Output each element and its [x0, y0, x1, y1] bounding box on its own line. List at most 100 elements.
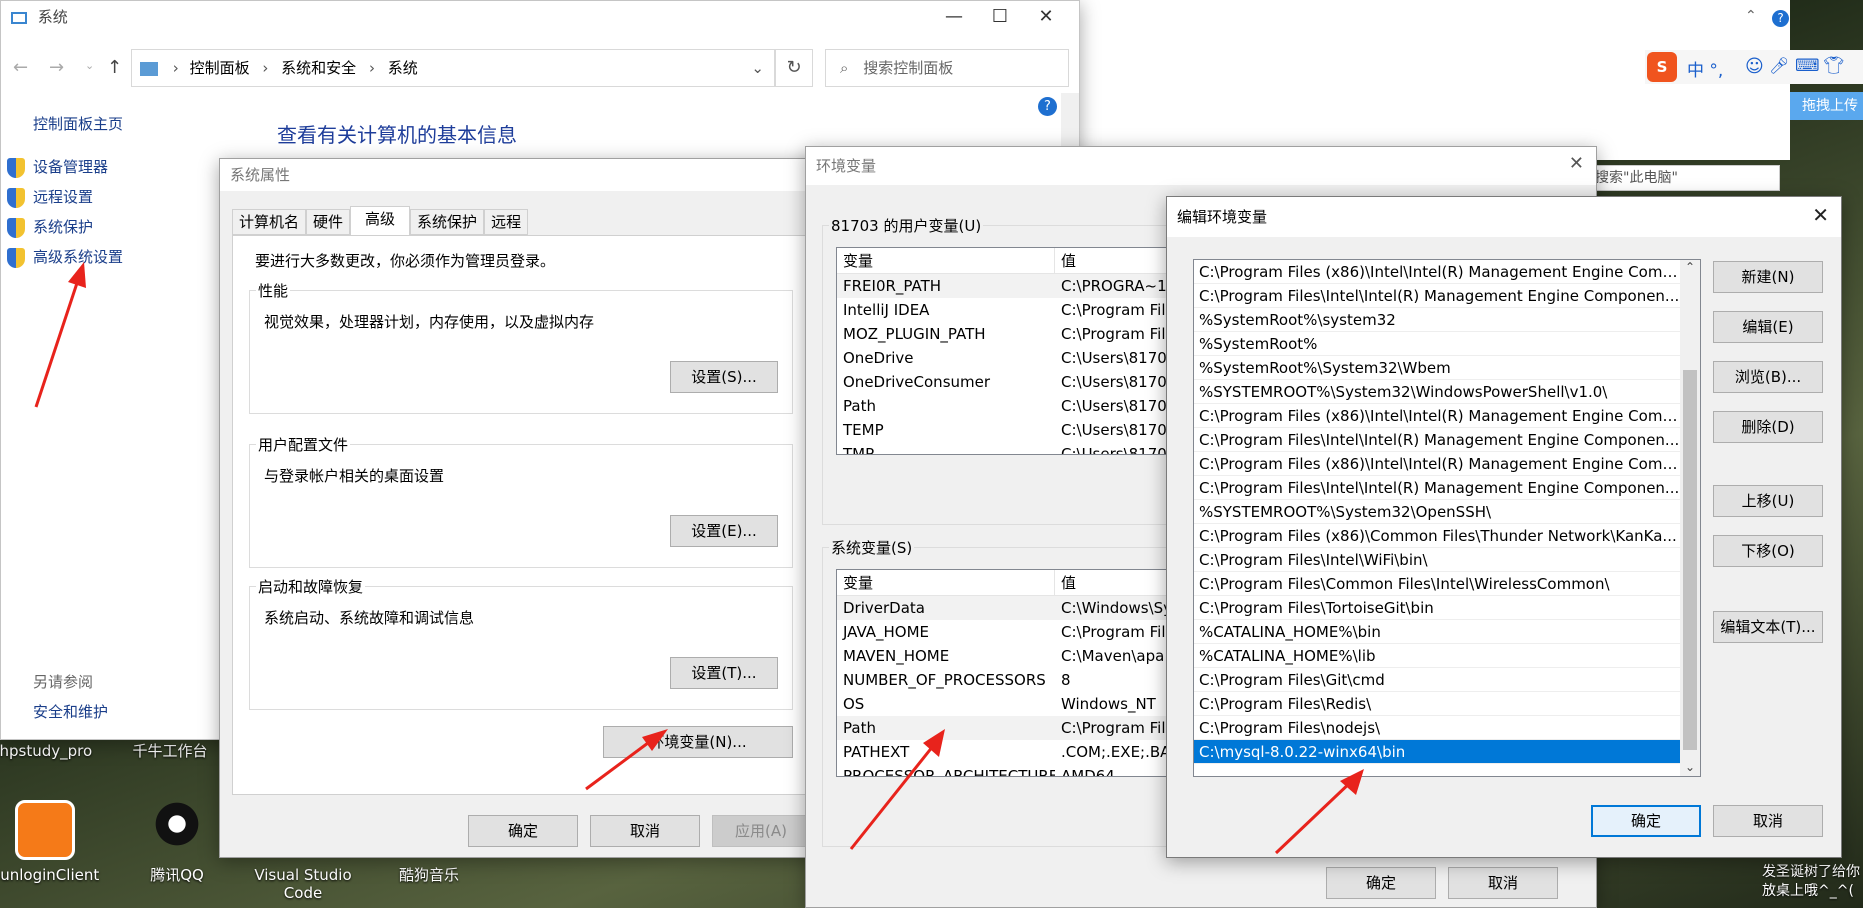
- table-row[interactable]: DriverData C:\Windows\Sy: [837, 596, 1175, 620]
- list-item[interactable]: %CATALINA_HOME%\bin: [1194, 620, 1680, 644]
- table-row[interactable]: MOZ_PLUGIN_PATH C:\Program Fil: [837, 322, 1175, 346]
- microphone-icon[interactable]: 🎤︎: [1769, 56, 1789, 75]
- column-header-value[interactable]: 值: [1055, 570, 1076, 595]
- list-item[interactable]: C:\mysql-8.0.22-winx64\bin: [1194, 740, 1680, 764]
- list-item[interactable]: %SystemRoot%\System32\Wbem: [1194, 356, 1680, 380]
- path-list[interactable]: C:\Program Files (x86)\Intel\Intel(R) Ma…: [1193, 259, 1701, 777]
- sidebar-item-advanced[interactable]: 高级系统设置: [7, 246, 123, 268]
- list-item[interactable]: C:\Program Files\nodejs\: [1194, 716, 1680, 740]
- desktop-icon-kugou[interactable]: 酷狗音乐: [374, 866, 484, 884]
- new-button[interactable]: 新建(N): [1713, 261, 1823, 293]
- help-icon[interactable]: ?: [1772, 10, 1789, 27]
- cancel-button[interactable]: 取消: [1713, 805, 1823, 837]
- list-item[interactable]: C:\Program Files\Intel\Intel(R) Manageme…: [1194, 476, 1680, 500]
- chevron-up-icon[interactable]: ⌃: [1745, 8, 1757, 24]
- column-header-variable[interactable]: 变量: [837, 570, 1055, 595]
- nav-forward-icon[interactable]: →: [49, 57, 64, 78]
- table-row[interactable]: JAVA_HOME C:\Program Fil: [837, 620, 1175, 644]
- list-item[interactable]: %SYSTEMROOT%\System32\OpenSSH\: [1194, 500, 1680, 524]
- system-variables-list[interactable]: 变量 值 DriverData C:\Windows\Sy JAVA_HOME C:\…: [836, 569, 1176, 777]
- desktop-icon-phpstudy[interactable]: phpstudy_pro: [0, 742, 92, 760]
- user-variables-list[interactable]: 变量 值 FREI0R_PATH C:\PROGRA~1 IntelliJ IDEA…: [836, 247, 1176, 455]
- help-icon[interactable]: ?: [1038, 97, 1057, 116]
- emoji-icon[interactable]: ☺: [1745, 56, 1764, 77]
- close-icon[interactable]: ✕: [1569, 153, 1584, 174]
- list-item[interactable]: %CATALINA_HOME%\lib: [1194, 644, 1680, 668]
- skin-icon[interactable]: 👕︎: [1823, 56, 1845, 76]
- desktop-icon-vscode[interactable]: Visual Studio Code: [248, 866, 358, 902]
- nav-recent-icon[interactable]: ⌄: [85, 59, 94, 72]
- ok-button[interactable]: 确定: [468, 815, 578, 847]
- list-item[interactable]: C:\Program Files\Common Files\Intel\Wire…: [1194, 572, 1680, 596]
- maximize-icon[interactable]: ☐: [977, 1, 1023, 33]
- list-item[interactable]: %SYSTEMROOT%\System32\WindowsPowerShell\…: [1194, 380, 1680, 404]
- delete-button[interactable]: 删除(D): [1713, 411, 1823, 443]
- list-item[interactable]: C:\Program Files (x86)\Intel\Intel(R) Ma…: [1194, 404, 1680, 428]
- table-row[interactable]: NUMBER_OF_PROCESSORS 8: [837, 668, 1175, 692]
- profile-settings-button[interactable]: 设置(E)...: [670, 515, 778, 547]
- chevron-down-icon[interactable]: ⌄: [751, 50, 764, 86]
- breadcrumb-item[interactable]: 系统: [388, 59, 418, 77]
- tab-system-protection[interactable]: 系统保护: [410, 209, 485, 235]
- move-down-button[interactable]: 下移(O): [1713, 535, 1823, 567]
- list-item[interactable]: C:\Program Files\Git\cmd: [1194, 668, 1680, 692]
- address-bar[interactable]: › 控制面板 › 系统和安全 › 系统 ⌄: [131, 49, 775, 87]
- tab-hardware[interactable]: 硬件: [306, 209, 351, 235]
- list-item[interactable]: C:\Program Files (x86)\Intel\Intel(R) Ma…: [1194, 260, 1680, 284]
- list-item[interactable]: %SystemRoot%\system32: [1194, 308, 1680, 332]
- ok-button[interactable]: 确定: [1591, 805, 1701, 837]
- nav-back-icon[interactable]: ←: [13, 57, 28, 78]
- list-item[interactable]: C:\Program Files (x86)\Intel\Intel(R) Ma…: [1194, 452, 1680, 476]
- breadcrumb-item[interactable]: 系统和安全: [281, 59, 356, 77]
- list-item[interactable]: C:\Program Files\Intel\Intel(R) Manageme…: [1194, 428, 1680, 452]
- column-header-value[interactable]: 值: [1055, 248, 1076, 273]
- scroll-up-icon[interactable]: ⌃: [1680, 260, 1700, 274]
- nav-up-icon[interactable]: ↑: [107, 57, 122, 78]
- list-item[interactable]: %SystemRoot%: [1194, 332, 1680, 356]
- scroll-down-icon[interactable]: ⌄: [1680, 760, 1700, 774]
- refresh-button[interactable]: ↻: [775, 49, 813, 87]
- table-row[interactable]: OneDrive C:\Users\8170: [837, 346, 1175, 370]
- desktop-icon-qq[interactable]: 腾讯QQ: [122, 800, 232, 884]
- sidebar-item-protection[interactable]: 系统保护: [7, 216, 93, 238]
- cancel-button[interactable]: 取消: [590, 815, 700, 847]
- table-row[interactable]: FREI0R_PATH C:\PROGRA~1: [837, 274, 1175, 298]
- tab-remote[interactable]: 远程: [484, 209, 529, 235]
- breadcrumb-item[interactable]: 控制面板: [190, 59, 250, 77]
- tab-computer-name[interactable]: 计算机名: [232, 209, 307, 235]
- browse-button[interactable]: 浏览(B)...: [1713, 361, 1823, 393]
- table-row[interactable]: PATHEXT .COM;.EXE;.BA: [837, 740, 1175, 764]
- scroll-thumb[interactable]: [1683, 370, 1697, 750]
- performance-settings-button[interactable]: 设置(S)...: [670, 361, 778, 393]
- startup-settings-button[interactable]: 设置(T)...: [670, 657, 778, 689]
- move-up-button[interactable]: 上移(U): [1713, 485, 1823, 517]
- apply-button[interactable]: 应用(A): [712, 815, 810, 847]
- table-row[interactable]: TEMP C:\Users\8170: [837, 418, 1175, 442]
- tab-advanced[interactable]: 高级: [350, 206, 411, 235]
- scrollbar[interactable]: [1061, 93, 1079, 153]
- table-row[interactable]: PROCESSOR_ARCHITECTURE AMD64: [837, 764, 1175, 776]
- table-row[interactable]: IntelliJ IDEA C:\Program Fil: [837, 298, 1175, 322]
- list-item[interactable]: C:\Program Files (x86)\Common Files\Thun…: [1194, 524, 1680, 548]
- ok-button[interactable]: 确定: [1326, 867, 1436, 899]
- table-row[interactable]: MAVEN_HOME C:\Maven\apa: [837, 644, 1175, 668]
- table-row[interactable]: Path C:\Program Fil: [837, 716, 1175, 740]
- close-icon[interactable]: ✕: [1812, 203, 1829, 227]
- table-row[interactable]: OS Windows_NT: [837, 692, 1175, 716]
- list-item[interactable]: C:\Program Files\TortoiseGit\bin: [1194, 596, 1680, 620]
- sidebar-item-remote[interactable]: 远程设置: [7, 186, 93, 208]
- list-item[interactable]: C:\Program Files\Intel\WiFi\bin\: [1194, 548, 1680, 572]
- list-item[interactable]: C:\Program Files\Redis\: [1194, 692, 1680, 716]
- column-header-variable[interactable]: 变量: [837, 248, 1055, 273]
- list-scrollbar[interactable]: ⌃ ⌄: [1680, 260, 1700, 776]
- table-row[interactable]: OneDriveConsumer C:\Users\8170: [837, 370, 1175, 394]
- cancel-button[interactable]: 取消: [1448, 867, 1558, 899]
- security-maintenance-link[interactable]: 安全和维护: [33, 701, 108, 722]
- environment-variables-button[interactable]: 环境变量(N)...: [603, 726, 793, 758]
- edit-text-button[interactable]: 编辑文本(T)...: [1713, 611, 1823, 643]
- close-icon[interactable]: ✕: [1023, 1, 1069, 33]
- search-input[interactable]: ⌕ 搜索控制面板: [825, 49, 1069, 87]
- desktop-icon-qianniu[interactable]: 千牛工作台: [120, 742, 220, 760]
- sidebar-home-link[interactable]: 控制面板主页: [33, 113, 123, 134]
- table-row[interactable]: TMP C:\Users\8170: [837, 442, 1175, 454]
